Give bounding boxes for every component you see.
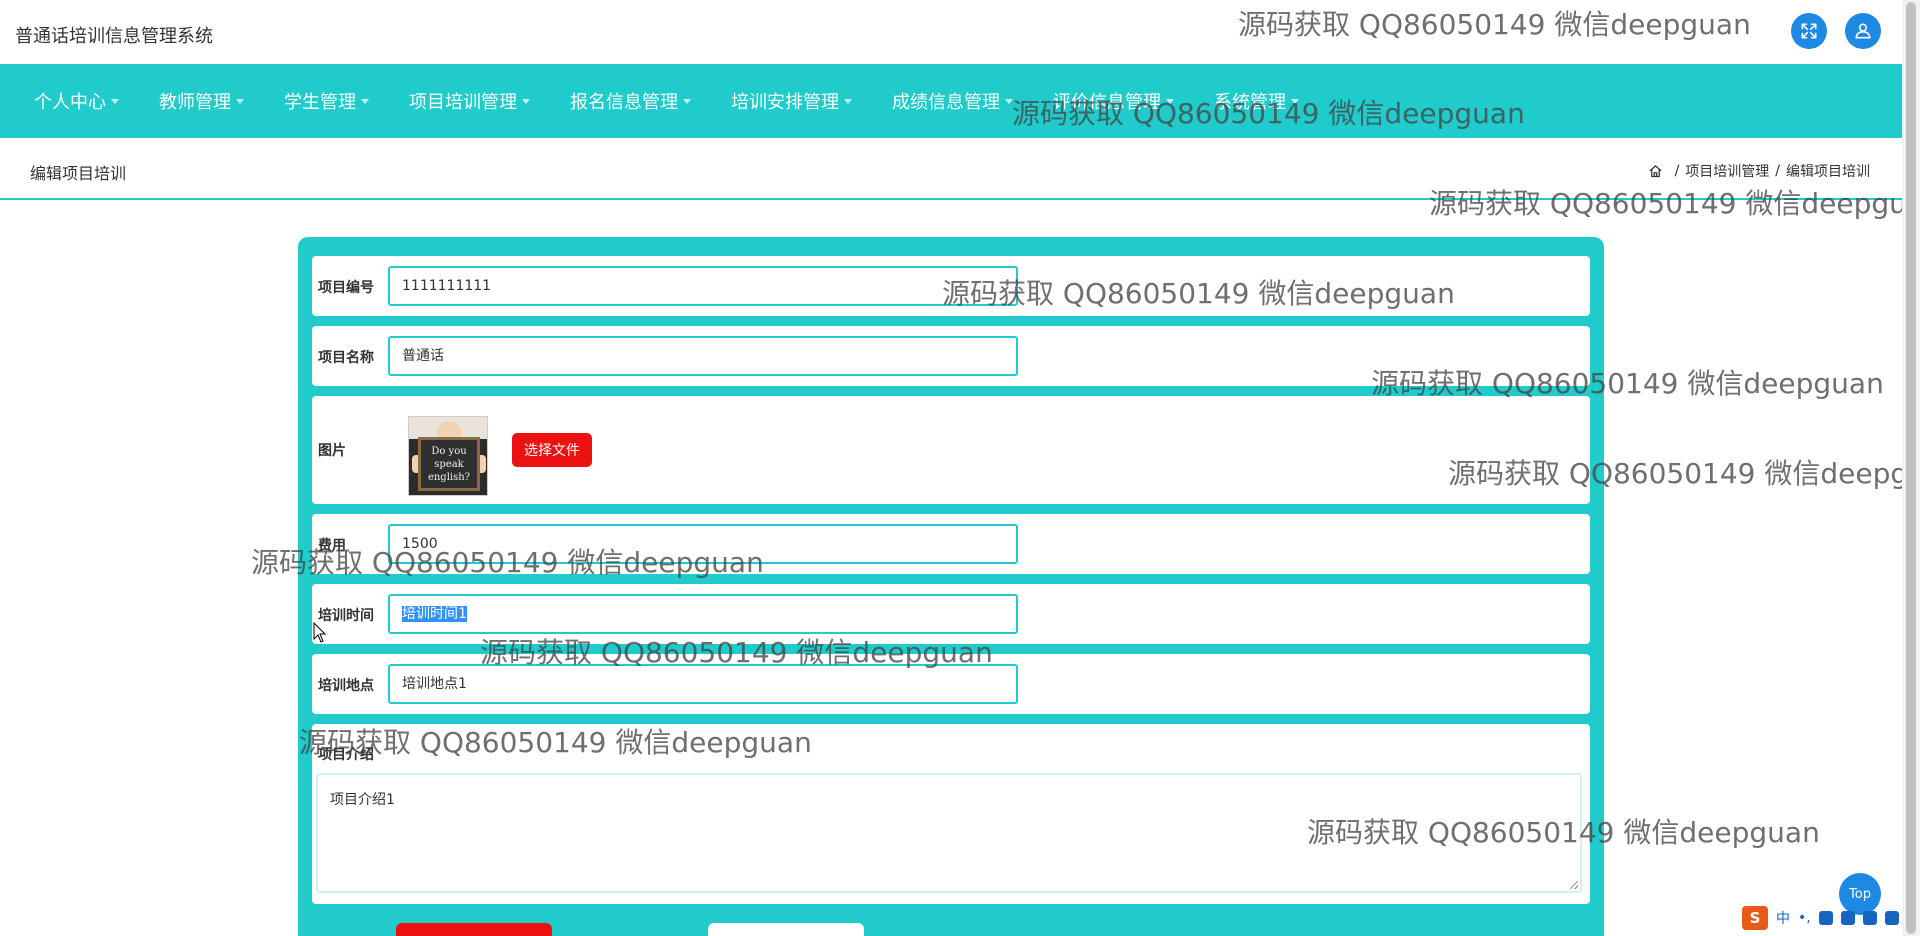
fee-input[interactable]: 1500 [388,524,1018,564]
breadcrumb: / 项目培训管理 / 编辑项目培训 [1648,161,1870,181]
breadcrumb-separator: / [1775,163,1780,179]
caret-down-icon [236,98,244,104]
ime-mode[interactable]: 中 [1776,908,1790,928]
project-image-thumbnail: Do you speak english? [408,416,488,496]
project-no-label: 项目编号 [318,280,374,296]
train-time-input[interactable]: 培训时间1 [388,594,1018,634]
ime-punct[interactable]: •, [1798,910,1811,926]
skin-icon[interactable] [1862,911,1877,925]
choose-file-button[interactable]: 选择文件 [512,433,592,467]
train-place-label: 培训地点 [318,678,374,694]
ime-logo-icon[interactable]: S [1742,906,1768,930]
resize-grip-icon[interactable] [1570,881,1578,889]
nav-item-evaluation[interactable]: 评价信息管理 [1053,88,1174,114]
user-button[interactable] [1845,13,1881,49]
selected-text: 培训时间1 [402,606,467,622]
fullscreen-icon [1801,23,1817,39]
form-row-intro: 项目介绍 项目介绍1 [312,724,1590,904]
caret-down-icon [522,98,530,104]
vertical-scrollbar[interactable] [1902,0,1920,936]
breadcrumb-separator: / [1674,163,1680,179]
form-row-image: 图片 Do you speak english? 选择文件 [312,396,1590,504]
top-header: 普通话培训信息管理系统 [0,0,1902,64]
form-row-fee: 费用 1500 [312,514,1590,574]
caret-down-icon [1291,98,1299,104]
page: 普通话培训信息管理系统 个人中心 教师管理 学生管理 项目培训管理 报名信息管理… [0,0,1920,936]
microphone-icon[interactable] [1818,911,1833,925]
project-name-input[interactable]: 普通话 [388,336,1018,376]
nav-item-system[interactable]: 系统管理 [1214,88,1299,114]
main-nav: 个人中心 教师管理 学生管理 项目培训管理 报名信息管理 培训安排管理 成绩信息… [0,64,1902,138]
caret-down-icon [111,98,119,104]
caret-down-icon [683,98,691,104]
breadcrumb-bar: 编辑项目培训 / 项目培训管理 / 编辑项目培训 [0,138,1902,200]
nav-item-personal-center[interactable]: 个人中心 [34,88,119,114]
nav-item-schedule[interactable]: 培训安排管理 [731,88,852,114]
ime-toolbar: S 中 •, [1742,905,1899,931]
page-title: 编辑项目培训 [30,164,127,183]
fullscreen-button[interactable] [1791,13,1827,49]
caret-down-icon [1166,98,1174,104]
caret-down-icon [361,98,369,104]
caret-down-icon [1005,98,1013,104]
home-icon[interactable] [1648,164,1663,179]
cancel-button[interactable] [708,923,864,936]
user-icon [1855,23,1871,39]
nav-item-student[interactable]: 学生管理 [284,88,369,114]
submit-button[interactable] [396,923,552,936]
mouse-cursor-icon [313,622,327,643]
form-row-project-no: 项目编号 1111111111 [312,256,1590,316]
project-name-label: 项目名称 [318,350,374,366]
form-row-train-place: 培训地点 培训地点1 [312,654,1590,714]
fee-label: 费用 [318,538,346,554]
project-no-input[interactable]: 1111111111 [388,266,1018,306]
intro-label: 项目介绍 [318,747,374,763]
nav-item-project-training[interactable]: 项目培训管理 [409,88,530,114]
keyboard-icon[interactable] [1840,911,1855,925]
toolbox-icon[interactable] [1884,911,1899,925]
breadcrumb-project-training[interactable]: 项目培训管理 [1685,161,1769,181]
breadcrumb-edit-project: 编辑项目培训 [1786,164,1870,180]
nav-item-enrollment[interactable]: 报名信息管理 [570,88,691,114]
nav-item-teacher[interactable]: 教师管理 [159,88,244,114]
thumbnail-board-text: Do you speak english? [418,437,480,491]
nav-item-score[interactable]: 成绩信息管理 [892,88,1013,114]
image-label: 图片 [318,443,346,459]
train-place-input[interactable]: 培训地点1 [388,664,1018,704]
form-row-train-time: 培训时间 培训时间1 [312,584,1590,644]
scrollbar-thumb[interactable] [1906,2,1916,934]
form-row-project-name: 项目名称 普通话 [312,326,1590,386]
system-title: 普通话培训信息管理系统 [15,26,213,47]
intro-textarea[interactable]: 项目介绍1 [316,773,1582,893]
edit-form: 项目编号 1111111111 项目名称 普通话 图片 Do you speak… [298,237,1604,936]
caret-down-icon [844,98,852,104]
